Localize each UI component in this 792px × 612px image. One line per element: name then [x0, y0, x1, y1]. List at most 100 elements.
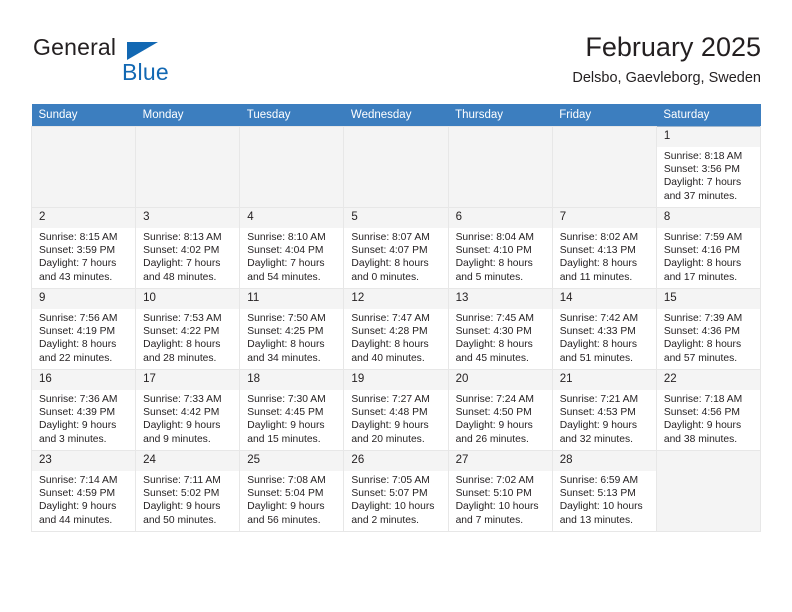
calendar-day-cell[interactable]: 8 Sunrise: 7:59 AM Sunset: 4:16 PM Daylight…: [655, 207, 762, 289]
day-number: 2: [32, 208, 136, 228]
day-details: Sunrise: 7:02 AM Sunset: 5:10 PM Daylight:…: [449, 471, 552, 527]
cell-inner: 11 Sunrise: 7:50 AM Sunset: 4:25 PM Dayligh…: [240, 289, 344, 369]
calendar-day-cell[interactable]: 19 Sunrise: 7:27 AM Sunset: 4:48 PM Dayligh…: [343, 369, 449, 451]
daylight-text-line1: Daylight: 8 hours: [351, 339, 429, 351]
daylight-text-line2: and 37 minutes.: [663, 190, 738, 202]
calendar-week-row: 23 Sunrise: 7:14 AM Sunset: 4:59 PM Dayligh…: [30, 450, 762, 532]
sunrise-text: Sunrise: 8:10 AM: [247, 232, 326, 243]
day-details: Sunrise: 7:36 AM Sunset: 4:39 PM Daylight:…: [32, 390, 135, 446]
calendar-day-cell[interactable]: 20 Sunrise: 7:24 AM Sunset: 4:50 PM Dayligh…: [447, 369, 553, 451]
calendar-day-cell[interactable]: 25 Sunrise: 7:08 AM Sunset: 5:04 PM Dayligh…: [239, 450, 345, 532]
day-number: 8: [656, 208, 760, 228]
day-details: Sunrise: 8:10 AM Sunset: 4:04 PM Daylight:…: [240, 228, 343, 284]
day-number: 6: [448, 208, 552, 228]
calendar-day-cell[interactable]: 17 Sunrise: 7:33 AM Sunset: 4:42 PM Dayligh…: [135, 369, 241, 451]
calendar-day-cell[interactable]: 11 Sunrise: 7:50 AM Sunset: 4:25 PM Dayligh…: [239, 288, 345, 370]
sunrise-text: Sunrise: 7:02 AM: [455, 475, 534, 486]
calendar-page: General Blue February 2025 Delsbo, Gaevl…: [0, 0, 792, 612]
calendar-day-cell[interactable]: 24 Sunrise: 7:11 AM Sunset: 5:02 PM Dayligh…: [135, 450, 241, 532]
page-title: February 2025: [585, 32, 761, 62]
day-details: Sunrise: 7:21 AM Sunset: 4:53 PM Daylight:…: [553, 390, 656, 446]
day-details: Sunrise: 7:59 AM Sunset: 4:16 PM Daylight:…: [657, 228, 760, 284]
sunset-text: Sunset: 4:45 PM: [247, 407, 324, 419]
calendar-day-cell[interactable]: 27 Sunrise: 7:02 AM Sunset: 5:10 PM Dayligh…: [447, 450, 553, 532]
day-details: Sunrise: 7:47 AM Sunset: 4:28 PM Daylight:…: [344, 309, 447, 365]
sunrise-text: Sunrise: 7:08 AM: [247, 475, 326, 486]
daylight-text-line1: Daylight: 9 hours: [143, 420, 221, 432]
sunrise-text: Sunrise: 7:21 AM: [559, 394, 639, 405]
day-details: Sunrise: 7:45 AM Sunset: 4:30 PM Daylight:…: [449, 309, 552, 365]
calendar-day-cell[interactable]: 23 Sunrise: 7:14 AM Sunset: 4:59 PM Dayligh…: [30, 450, 137, 532]
calendar-cell-empty: [30, 126, 137, 208]
cell-inner: 19 Sunrise: 7:27 AM Sunset: 4:48 PM Dayligh…: [344, 370, 448, 450]
daylight-text-line1: Daylight: 10 hours: [351, 501, 435, 513]
page-header: General Blue February 2025 Delsbo, Gaevl…: [31, 30, 761, 96]
day-details: Sunrise: 7:18 AM Sunset: 4:56 PM Daylight:…: [657, 390, 760, 446]
daylight-text-line2: and 48 minutes.: [143, 271, 217, 283]
cell-inner: 5 Sunrise: 8:07 AM Sunset: 4:07 PM Daylight…: [344, 208, 448, 288]
daylight-text-line2: and 40 minutes.: [351, 352, 425, 364]
calendar-day-cell[interactable]: 7 Sunrise: 8:02 AM Sunset: 4:13 PM Daylight…: [551, 207, 657, 289]
sunrise-text: Sunrise: 8:18 AM: [663, 151, 743, 162]
cell-inner: 6 Sunrise: 8:04 AM Sunset: 4:10 PM Daylight…: [448, 208, 552, 288]
sunrise-text: Sunrise: 7:14 AM: [39, 475, 118, 486]
daylight-text-line2: and 44 minutes.: [39, 514, 113, 526]
sunrise-text: Sunrise: 7:56 AM: [39, 313, 118, 324]
calendar-day-cell[interactable]: 9 Sunrise: 7:56 AM Sunset: 4:19 PM Daylight…: [30, 288, 137, 370]
day-number: 15: [656, 289, 760, 309]
calendar-day-cell[interactable]: 14 Sunrise: 7:42 AM Sunset: 4:33 PM Dayligh…: [551, 288, 657, 370]
cell-inner: 26 Sunrise: 7:05 AM Sunset: 5:07 PM Dayligh…: [344, 451, 448, 531]
cell-inner: 12 Sunrise: 7:47 AM Sunset: 4:28 PM Dayligh…: [344, 289, 448, 369]
calendar-day-cell[interactable]: 26 Sunrise: 7:05 AM Sunset: 5:07 PM Dayligh…: [343, 450, 449, 532]
calendar-day-cell[interactable]: 15 Sunrise: 7:39 AM Sunset: 4:36 PM Dayligh…: [655, 288, 762, 370]
calendar-day-cell[interactable]: 10 Sunrise: 7:53 AM Sunset: 4:22 PM Dayligh…: [135, 288, 241, 370]
calendar-day-cell[interactable]: 18 Sunrise: 7:30 AM Sunset: 4:45 PM Dayligh…: [239, 369, 345, 451]
sunset-text: Sunset: 4:10 PM: [455, 245, 532, 257]
day-number: 13: [448, 289, 552, 309]
sunrise-text: Sunrise: 7:36 AM: [39, 394, 118, 405]
sunrise-text: Sunrise: 7:30 AM: [247, 394, 326, 405]
day-number: 14: [552, 289, 656, 309]
day-number: 11: [240, 289, 344, 309]
daylight-text-line1: Daylight: 8 hours: [455, 339, 533, 351]
day-details: Sunrise: 8:07 AM Sunset: 4:07 PM Daylight:…: [344, 228, 447, 284]
calendar-day-cell[interactable]: 5 Sunrise: 8:07 AM Sunset: 4:07 PM Daylight…: [343, 207, 449, 289]
sunrise-text: Sunrise: 7:50 AM: [247, 313, 326, 324]
day-number: 28: [552, 451, 656, 471]
daylight-text-line2: and 11 minutes.: [559, 271, 633, 283]
calendar-day-cell[interactable]: 13 Sunrise: 7:45 AM Sunset: 4:30 PM Dayligh…: [447, 288, 553, 370]
logo-text-general: General: [33, 34, 117, 60]
daylight-text-line2: and 43 minutes.: [39, 271, 113, 283]
calendar-day-cell[interactable]: 28 Sunrise: 6:59 AM Sunset: 5:13 PM Dayligh…: [551, 450, 657, 532]
sunset-text: Sunset: 5:10 PM: [455, 488, 532, 500]
calendar-day-cell[interactable]: 22 Sunrise: 7:18 AM Sunset: 4:56 PM Dayligh…: [655, 369, 762, 451]
weekday-header-friday: Friday: [552, 104, 657, 127]
calendar-day-cell[interactable]: 1 Sunrise: 8:18 AM Sunset: 3:56 PM Daylight…: [655, 126, 762, 208]
general-blue-logo[interactable]: General Blue: [31, 34, 291, 92]
sunset-text: Sunset: 4:48 PM: [351, 407, 428, 419]
sunset-text: Sunset: 4:07 PM: [351, 245, 428, 257]
daylight-text-line2: and 50 minutes.: [143, 514, 217, 526]
daylight-text-line1: Daylight: 8 hours: [39, 339, 117, 351]
cell-inner: 22 Sunrise: 7:18 AM Sunset: 4:56 PM Dayligh…: [656, 370, 760, 450]
daylight-text-line1: Daylight: 9 hours: [247, 420, 325, 432]
calendar-day-cell[interactable]: 21 Sunrise: 7:21 AM Sunset: 4:53 PM Dayligh…: [551, 369, 657, 451]
daylight-text-line1: Daylight: 9 hours: [39, 420, 117, 432]
daylight-text-line1: Daylight: 7 hours: [39, 258, 117, 270]
calendar-day-cell[interactable]: 6 Sunrise: 8:04 AM Sunset: 4:10 PM Daylight…: [447, 207, 553, 289]
sunrise-text: Sunrise: 6:59 AM: [559, 475, 639, 486]
day-details: Sunrise: 7:27 AM Sunset: 4:48 PM Daylight:…: [344, 390, 447, 446]
daylight-text-line1: Daylight: 7 hours: [143, 258, 221, 270]
calendar-day-cell[interactable]: 4 Sunrise: 8:10 AM Sunset: 4:04 PM Daylight…: [239, 207, 345, 289]
daylight-text-line1: Daylight: 8 hours: [559, 339, 637, 351]
calendar-day-cell[interactable]: 2 Sunrise: 8:15 AM Sunset: 3:59 PM Daylight…: [30, 207, 137, 289]
calendar-day-cell[interactable]: 3 Sunrise: 8:13 AM Sunset: 4:02 PM Daylight…: [135, 207, 241, 289]
sunset-text: Sunset: 4:19 PM: [39, 326, 116, 338]
daylight-text-line1: Daylight: 10 hours: [455, 501, 539, 513]
calendar-week-row: 9 Sunrise: 7:56 AM Sunset: 4:19 PM Daylight…: [30, 288, 762, 370]
day-number: 7: [552, 208, 656, 228]
calendar-cell-empty: [135, 126, 241, 208]
daylight-text-line1: Daylight: 9 hours: [143, 501, 221, 513]
calendar-day-cell[interactable]: 12 Sunrise: 7:47 AM Sunset: 4:28 PM Dayligh…: [343, 288, 449, 370]
calendar-day-cell[interactable]: 16 Sunrise: 7:36 AM Sunset: 4:39 PM Dayligh…: [30, 369, 137, 451]
